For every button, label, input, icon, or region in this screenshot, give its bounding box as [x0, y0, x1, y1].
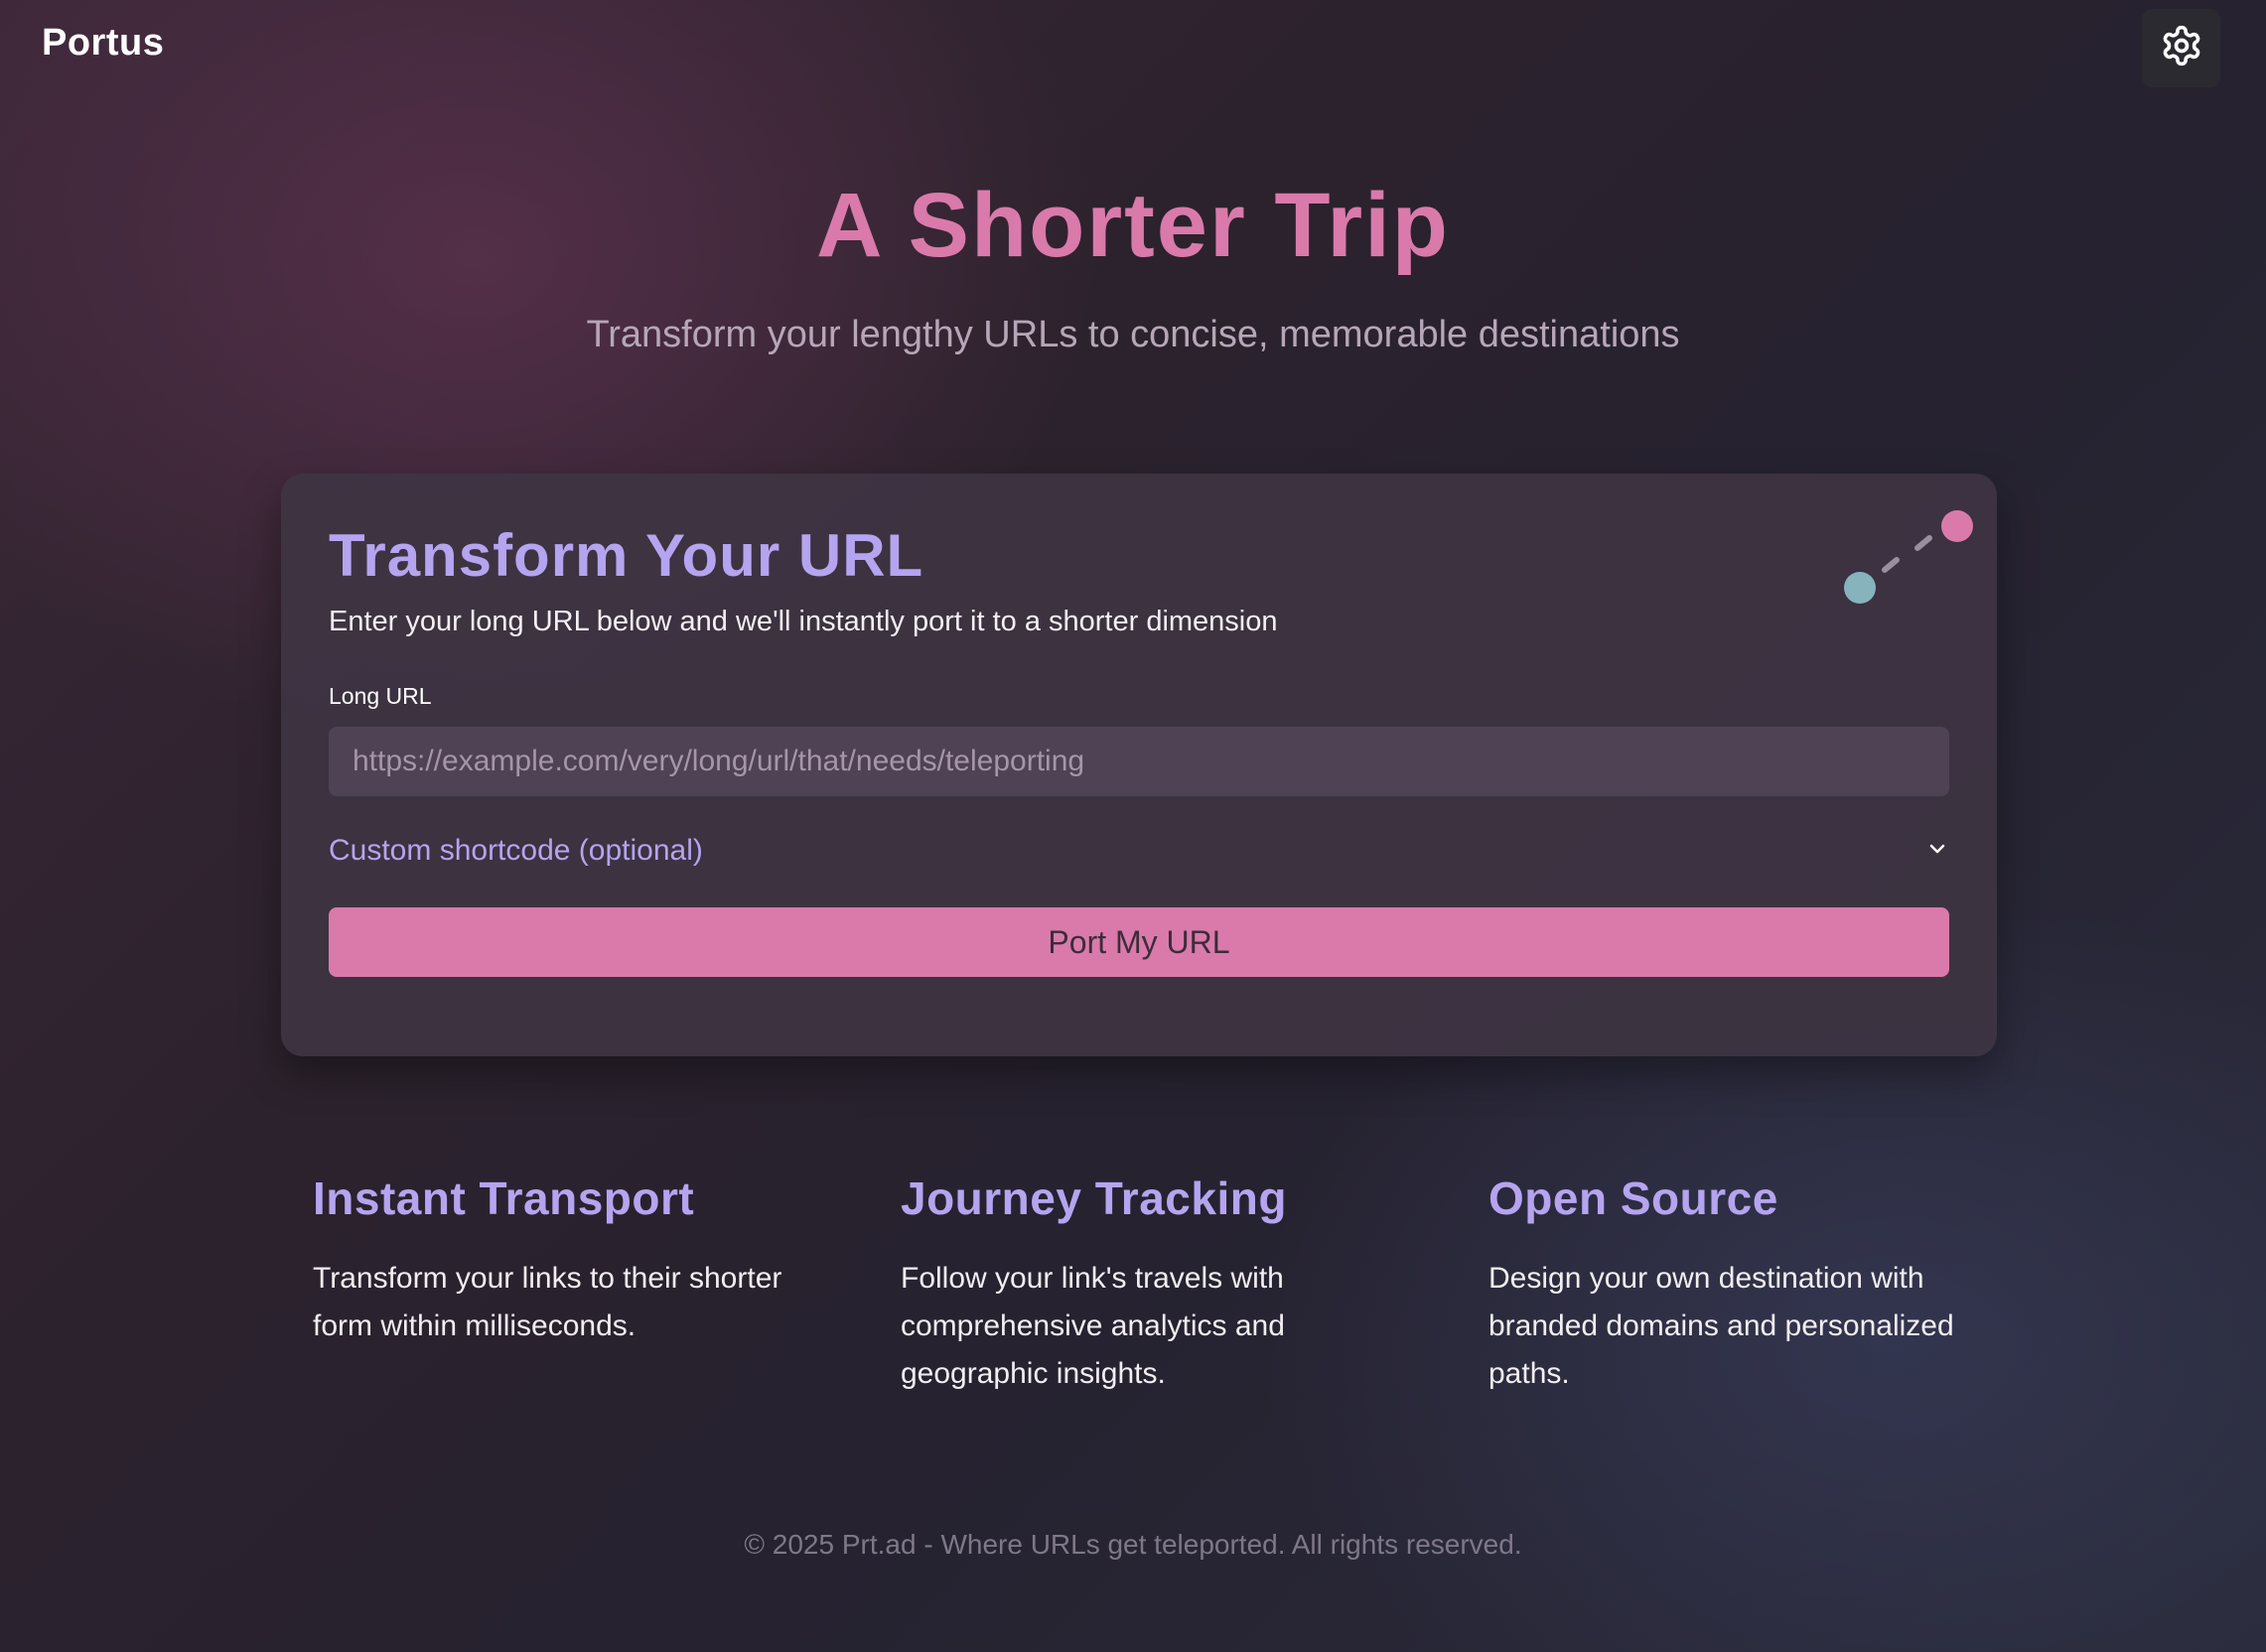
settings-button[interactable] [2142, 9, 2220, 87]
gear-icon [2160, 24, 2203, 72]
custom-shortcode-label: Custom shortcode (optional) [329, 834, 703, 867]
card-description: Enter your long URL below and we'll inst… [329, 606, 1278, 637]
feature-text: Follow your link's travels with comprehe… [901, 1262, 1285, 1390]
teleport-dots-icon [1844, 510, 1973, 604]
card-title: Transform Your URL [329, 522, 924, 589]
feature-instant-transport: Instant Transport Transform your links t… [313, 1171, 809, 1350]
chevron-down-icon [1925, 837, 1949, 866]
footer-copyright: © 2025 Prt.ad - Where URLs get teleporte… [744, 1529, 1522, 1560]
hero-title: A Shorter Trip [816, 175, 1450, 276]
feature-title: Instant Transport [313, 1172, 695, 1224]
app-logo[interactable]: Portus [42, 22, 164, 65]
long-url-input[interactable] [329, 727, 1949, 796]
feature-open-source: Open Source Design your own destination … [1488, 1171, 1985, 1398]
feature-text: Transform your links to their shorter fo… [313, 1262, 782, 1342]
feature-title: Open Source [1488, 1172, 1778, 1224]
custom-shortcode-toggle[interactable]: Custom shortcode (optional) [329, 827, 1949, 875]
feature-title: Journey Tracking [901, 1172, 1287, 1224]
feature-journey-tracking: Journey Tracking Follow your link's trav… [901, 1171, 1397, 1398]
feature-text: Design your own destination with branded… [1488, 1262, 1954, 1390]
url-form-card: Transform Your URL Enter your long URL b… [281, 474, 1997, 1056]
port-url-button[interactable]: Port My URL [329, 907, 1949, 977]
long-url-label: Long URL [329, 683, 432, 709]
hero-subtitle: Transform your lengthy URLs to concise, … [586, 314, 1680, 355]
